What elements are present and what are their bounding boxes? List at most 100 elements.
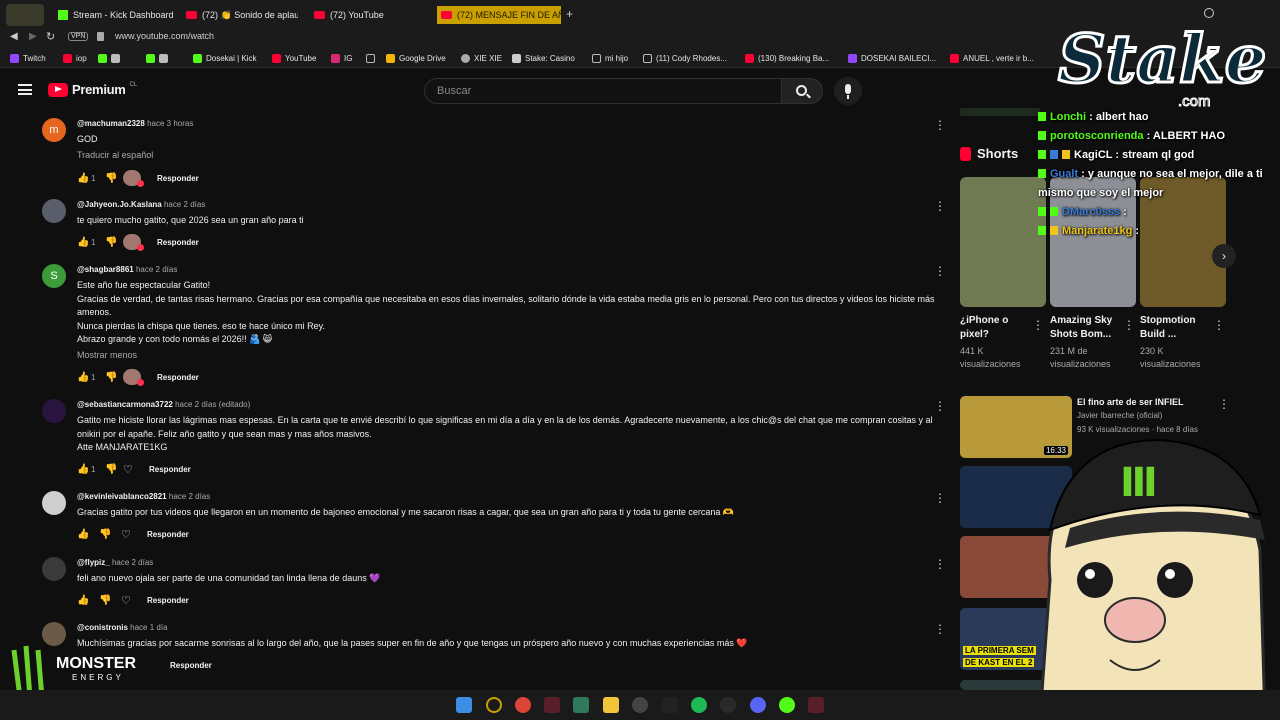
- menu-icon[interactable]: [18, 84, 32, 95]
- reply-button[interactable]: Responder: [157, 174, 199, 183]
- reply-button[interactable]: Responder: [149, 465, 191, 474]
- avatar[interactable]: [42, 199, 66, 223]
- more-options-icon[interactable]: ⋮: [934, 622, 946, 636]
- comment-time[interactable]: hace 2 días: [136, 265, 177, 274]
- new-tab-button[interactable]: +: [566, 7, 573, 21]
- bookmark-youtube[interactable]: YouTube: [272, 51, 316, 65]
- youtube-logo[interactable]: Premium CL: [48, 82, 137, 97]
- tab-youtube[interactable]: (72) YouTube: [314, 6, 424, 24]
- heart-outline-icon[interactable]: ♡: [123, 463, 149, 476]
- dislike-icon[interactable]: 👎: [99, 529, 121, 540]
- like-icon[interactable]: 👍: [77, 372, 91, 383]
- like-icon[interactable]: 👍: [77, 237, 91, 248]
- comment-time[interactable]: hace 3 horas: [147, 119, 193, 128]
- reply-button[interactable]: Responder: [157, 373, 199, 382]
- bookmark-iop[interactable]: iop: [63, 51, 87, 65]
- search-input[interactable]: Buscar: [424, 78, 782, 104]
- opera-logo-icon[interactable]: [6, 4, 44, 26]
- more-options-icon[interactable]: ⋮: [934, 118, 946, 132]
- heart-outline-icon[interactable]: ♡: [121, 594, 147, 607]
- like-icon[interactable]: 👍: [77, 529, 99, 540]
- bookmark-kick-1[interactable]: [98, 51, 120, 65]
- bookmark-mi-hijo[interactable]: mi hijo: [592, 51, 628, 65]
- video-channel[interactable]: Javier Ibarreche (oficial): [1077, 411, 1162, 420]
- bookmark-dosekai-baileci[interactable]: DOSEKAI BAILECI...: [848, 51, 936, 65]
- short-title[interactable]: Stopmotion Build ...: [1140, 314, 1215, 342]
- chrome-icon[interactable]: [515, 697, 531, 713]
- short-more-icon[interactable]: ⋮: [1213, 318, 1225, 332]
- bookmark-ig[interactable]: IG: [331, 51, 352, 65]
- back-icon[interactable]: ◀: [10, 31, 18, 42]
- app-icon[interactable]: [662, 697, 678, 713]
- avatar[interactable]: m: [42, 118, 66, 142]
- comment-time[interactable]: hace 2 días (editado): [175, 400, 250, 409]
- short-title[interactable]: Amazing Sky Shots Bom...: [1050, 314, 1125, 342]
- reply-button[interactable]: Responder: [157, 238, 199, 247]
- opera-icon[interactable]: [486, 697, 502, 713]
- comment-author[interactable]: @kevinleivablanco2821: [77, 492, 167, 501]
- avatar[interactable]: [42, 557, 66, 581]
- dislike-icon[interactable]: 👎: [99, 595, 121, 606]
- avatar[interactable]: S: [42, 264, 66, 288]
- comment-author[interactable]: @shagbar8861: [77, 265, 134, 274]
- tab-mensaje-fin-de-ano[interactable]: (72) MENSAJE FIN DE AÑO: [437, 6, 561, 24]
- url-field[interactable]: www.youtube.com/watch: [115, 31, 214, 41]
- bookmark-breaking-bad[interactable]: (130) Breaking Ba...: [745, 51, 829, 65]
- bookmark-cody-rhodes[interactable]: (11) Cody Rhodes...: [643, 51, 727, 65]
- more-options-icon[interactable]: ⋮: [934, 491, 946, 505]
- app-icon[interactable]: [544, 697, 560, 713]
- reply-button[interactable]: Responder: [147, 530, 189, 539]
- video-more-icon[interactable]: ⋮: [1218, 397, 1230, 411]
- spotify-icon[interactable]: [691, 697, 707, 713]
- show-less-link[interactable]: Mostrar menos: [77, 350, 952, 360]
- translate-link[interactable]: Traducir al español: [77, 150, 952, 160]
- bookmark-dosekai-kick[interactable]: Dosekai | Kick: [193, 51, 257, 65]
- forward-icon[interactable]: ▶: [29, 31, 37, 42]
- more-options-icon[interactable]: ⋮: [934, 199, 946, 213]
- like-icon[interactable]: 👍: [77, 173, 91, 184]
- bookmark-twitch[interactable]: Twitch: [10, 51, 46, 65]
- discord-icon[interactable]: [750, 697, 766, 713]
- bookmark-anuel[interactable]: ANUEL , verte ir b...: [950, 51, 1034, 65]
- bookmark-kick-2[interactable]: [146, 51, 168, 65]
- tab-kick-dashboard[interactable]: Stream - Kick Dashboard: [58, 6, 178, 24]
- short-more-icon[interactable]: ⋮: [1123, 318, 1135, 332]
- comment-author[interactable]: @Jahyeon.Jo.Kaslana: [77, 200, 162, 209]
- app-icon[interactable]: [808, 697, 824, 713]
- obs-icon[interactable]: [632, 697, 648, 713]
- avatar[interactable]: [42, 399, 66, 423]
- short-thumbnail[interactable]: [960, 177, 1046, 307]
- more-options-icon[interactable]: ⋮: [934, 399, 946, 413]
- comment-author[interactable]: @conistronis: [77, 623, 128, 632]
- bookmark-xie-xie[interactable]: XIE XIE: [461, 51, 502, 65]
- next-shorts-button[interactable]: ›: [1212, 244, 1236, 268]
- comment-time[interactable]: hace 2 días: [169, 492, 210, 501]
- voice-search-button[interactable]: [834, 77, 862, 105]
- dislike-icon[interactable]: 👎: [105, 372, 123, 383]
- dislike-icon[interactable]: 👎: [105, 237, 123, 248]
- dislike-icon[interactable]: 👎: [105, 173, 123, 184]
- reply-button[interactable]: Responder: [147, 596, 189, 605]
- bookmark-google-drive[interactable]: Google Drive: [386, 51, 446, 65]
- like-icon[interactable]: 👍: [77, 464, 91, 475]
- windows-start-icon[interactable]: [456, 697, 472, 713]
- comment-author[interactable]: @flypiz_: [77, 558, 110, 567]
- short-more-icon[interactable]: ⋮: [1032, 318, 1044, 332]
- comment-author[interactable]: @sebastiancarmona3722: [77, 400, 173, 409]
- more-options-icon[interactable]: ⋮: [934, 557, 946, 571]
- reload-icon[interactable]: ↻: [46, 30, 55, 43]
- comment-author[interactable]: @machuman2328: [77, 119, 145, 128]
- file-explorer-icon[interactable]: [603, 697, 619, 713]
- tab-sonido-aplauso[interactable]: (72) 👏 Sonido de aplauso: [186, 6, 298, 24]
- heart-outline-icon[interactable]: ♡: [121, 528, 147, 541]
- kick-app-icon[interactable]: [779, 697, 795, 713]
- steam-icon[interactable]: [720, 697, 736, 713]
- app-icon[interactable]: [573, 697, 589, 713]
- bookmark-stake-casino[interactable]: Stake: Casino: [512, 51, 575, 65]
- comment-time[interactable]: hace 1 día: [130, 623, 167, 632]
- bookmark-file[interactable]: [366, 51, 375, 65]
- comment-time[interactable]: hace 2 días: [164, 200, 205, 209]
- short-title[interactable]: ¿iPhone o pixel?: [960, 314, 1035, 342]
- dislike-icon[interactable]: 👎: [105, 464, 123, 475]
- video-title[interactable]: El fino arte de ser INFIEL: [1077, 397, 1184, 407]
